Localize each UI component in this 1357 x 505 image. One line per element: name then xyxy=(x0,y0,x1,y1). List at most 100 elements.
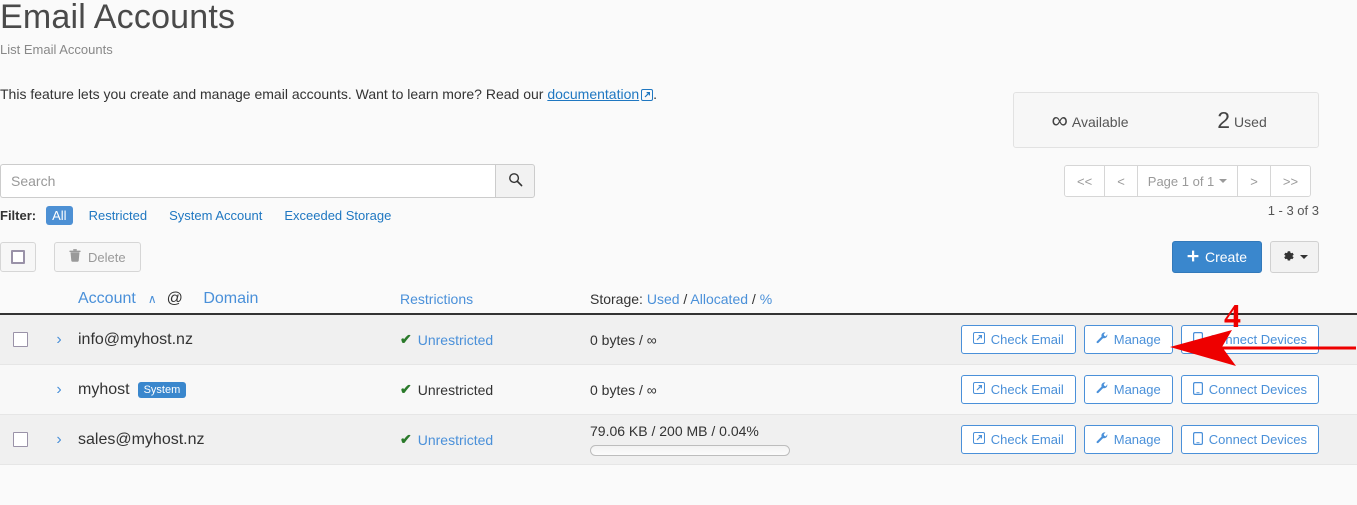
check-icon: ✔ xyxy=(400,331,412,347)
sort-storage-allocated-link[interactable]: Allocated xyxy=(690,291,748,307)
header-sep-1: / xyxy=(683,291,688,307)
check-icon: ✔ xyxy=(400,431,412,447)
account-name: info@myhost.nz xyxy=(78,330,193,348)
filter-exceeded-storage[interactable]: Exceeded Storage xyxy=(278,206,397,225)
row-checkbox-cell xyxy=(0,432,40,447)
storage-text: 0 bytes / ∞ xyxy=(590,331,657,348)
check-icon: ✔ xyxy=(400,381,412,397)
intro-suffix: . xyxy=(653,86,658,102)
storage-text: 0 bytes / ∞ xyxy=(590,381,657,398)
pagination-last[interactable]: >> xyxy=(1270,166,1311,196)
connect-devices-label: Connect Devices xyxy=(1208,432,1307,447)
create-label: Create xyxy=(1204,249,1247,265)
filter-bar: Filter: All Restricted System Account Ex… xyxy=(0,206,407,225)
external-link-icon xyxy=(972,432,985,447)
bulk-actions-toolbar: Delete xyxy=(0,242,141,272)
row-checkbox-cell xyxy=(0,332,40,347)
checkbox-icon xyxy=(11,250,25,264)
row-restrictions-cell: ✔ Unrestricted xyxy=(400,331,590,348)
select-all-checkbox[interactable] xyxy=(0,242,36,272)
pagination: << < Page 1 of 1 > >> xyxy=(1064,165,1312,197)
page-subtitle: List Email Accounts xyxy=(0,42,113,57)
intro-prefix: This feature lets you create and manage … xyxy=(0,86,548,102)
create-button[interactable]: Create xyxy=(1171,241,1262,273)
sort-asc-icon: ∧ xyxy=(147,292,157,306)
header-account: Account ∧ @ Domain xyxy=(78,290,400,308)
external-link-icon xyxy=(972,382,985,397)
sort-storage-percent-link[interactable]: % xyxy=(760,291,772,307)
connect-devices-button[interactable]: Connect Devices xyxy=(1180,425,1319,454)
header-restrictions: Restrictions xyxy=(400,291,590,307)
header-restrictions-link[interactable]: Restrictions xyxy=(400,291,473,307)
manage-button[interactable]: Manage xyxy=(1083,375,1173,404)
restriction-label: Unrestricted xyxy=(417,381,494,398)
mobile-icon xyxy=(1192,331,1203,348)
header-sep-2: / xyxy=(751,291,756,307)
documentation-link[interactable]: documentation xyxy=(547,86,639,102)
manage-button[interactable]: Manage xyxy=(1083,325,1173,354)
check-email-label: Check Email xyxy=(990,382,1064,397)
available-label: Available xyxy=(1071,113,1129,130)
status-badge: System xyxy=(137,381,187,398)
used-stat: 2 Used xyxy=(1166,107,1318,134)
pagination-next[interactable]: > xyxy=(1238,166,1271,196)
manage-button[interactable]: Manage xyxy=(1083,425,1173,454)
mobile-icon xyxy=(1192,381,1203,398)
check-email-button[interactable]: Check Email xyxy=(960,325,1076,354)
filter-system-account[interactable]: System Account xyxy=(163,206,268,225)
storage-progress-bar xyxy=(590,445,790,456)
pagination-first[interactable]: << xyxy=(1065,166,1106,196)
settings-dropdown-button[interactable] xyxy=(1270,241,1319,273)
row-account-cell: myhost System xyxy=(78,381,400,399)
storage-text: 79.06 KB / 200 MB / 0.04% xyxy=(590,423,759,439)
header-storage-prefix: Storage: xyxy=(590,291,643,307)
filter-restricted[interactable]: Restricted xyxy=(83,206,154,225)
available-value: ∞ xyxy=(1051,106,1068,133)
row-checkbox[interactable] xyxy=(12,432,28,447)
row-actions-cell: Check Email Manage Connect Devices xyxy=(955,425,1357,454)
search-input[interactable] xyxy=(0,164,495,198)
manage-label: Manage xyxy=(1113,382,1161,397)
filter-all[interactable]: All xyxy=(46,206,73,225)
available-stat: ∞ Available xyxy=(1014,107,1166,134)
search-bar xyxy=(0,164,535,198)
search-button[interactable] xyxy=(495,164,535,198)
chevron-down-icon xyxy=(1300,255,1308,259)
wrench-icon xyxy=(1096,432,1108,447)
sort-storage-used-link[interactable]: Used xyxy=(647,291,680,307)
row-restrictions-cell: ✔ Unrestricted xyxy=(400,431,590,448)
manage-label: Manage xyxy=(1113,332,1161,347)
connect-devices-button[interactable]: Connect Devices xyxy=(1180,375,1319,404)
row-actions-cell: Check Email Manage Connect Devices xyxy=(955,325,1357,354)
account-name: myhost xyxy=(78,380,130,398)
row-checkbox[interactable] xyxy=(12,332,28,347)
gear-icon xyxy=(1281,249,1295,266)
manage-label: Manage xyxy=(1113,432,1161,447)
sort-account-link[interactable]: Account xyxy=(78,290,136,308)
check-email-label: Check Email xyxy=(990,432,1064,447)
row-storage-cell: 79.06 KB / 200 MB / 0.04% xyxy=(590,423,955,456)
row-expand-cell: › xyxy=(40,381,78,399)
used-value: 2 xyxy=(1217,106,1231,133)
email-accounts-table: Account ∧ @ Domain Restrictions Storage: U… xyxy=(0,285,1357,465)
delete-button[interactable]: Delete xyxy=(54,242,141,272)
trash-icon xyxy=(69,249,81,265)
connect-devices-button[interactable]: Connect Devices xyxy=(1180,325,1319,354)
chevron-right-icon[interactable]: › xyxy=(56,381,61,399)
check-email-button[interactable]: Check Email xyxy=(960,375,1076,404)
result-range: 1 - 3 of 3 xyxy=(1267,203,1319,218)
table-header-row: Account ∧ @ Domain Restrictions Storage: U… xyxy=(0,285,1357,315)
sort-domain-link[interactable]: Domain xyxy=(203,290,258,308)
restriction-label[interactable]: Unrestricted xyxy=(418,332,493,348)
restriction-label[interactable]: Unrestricted xyxy=(418,432,493,448)
filter-label: Filter: xyxy=(0,208,37,223)
pagination-prev[interactable]: < xyxy=(1105,166,1138,196)
row-expand-cell: › xyxy=(40,431,78,449)
row-account-cell: info@myhost.nz xyxy=(78,331,400,349)
table-row: › myhost System ✔ Unrestricted 0 bytes /… xyxy=(0,365,1357,415)
header-storage: Storage: Used / Allocated / % xyxy=(590,291,955,307)
chevron-right-icon[interactable]: › xyxy=(56,431,61,449)
check-email-button[interactable]: Check Email xyxy=(960,425,1076,454)
chevron-right-icon[interactable]: › xyxy=(56,331,61,349)
pagination-page-select[interactable]: Page 1 of 1 xyxy=(1137,166,1239,196)
